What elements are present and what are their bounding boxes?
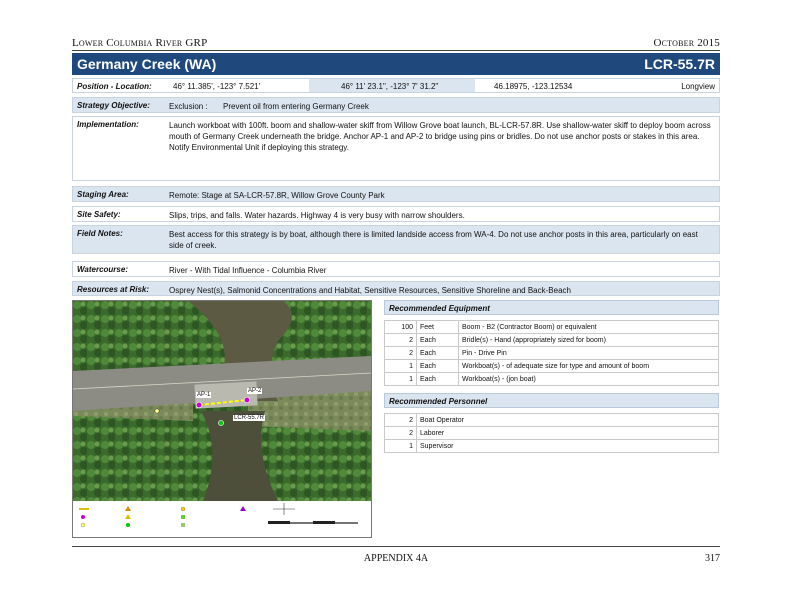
table-row: 2 Each Pin - Drive Pin [384, 346, 719, 360]
safety-row: Site Safety: Slips, trips, and falls. Wa… [72, 206, 720, 222]
equipment-unit: Each [416, 372, 459, 386]
equipment-unit: Each [416, 333, 459, 347]
field-notes-label: Field Notes: [77, 229, 123, 238]
field-notes-row: Field Notes: Best access for this strate… [72, 225, 720, 254]
equipment-qty: 2 [384, 333, 417, 347]
personnel-qty: 2 [384, 413, 417, 427]
map-label-ap2: AP-2 [247, 388, 263, 394]
map-label-ap1: AP-1 [196, 392, 212, 398]
watercourse-row: Watercourse: River - With Tidal Influenc… [72, 261, 720, 277]
strategy-row: Strategy Objective: Exclusion : Prevent … [72, 97, 720, 113]
equipment-desc: Workboat(s) - of adequate size for type … [458, 359, 719, 373]
personnel-qty: 1 [384, 439, 417, 453]
equipment-unit: Each [416, 359, 459, 373]
position-dms: 46° 11' 23.1", -123° 7' 31.2" [341, 82, 439, 91]
strategy-title-bar: Germany Creek (WA) LCR-55.7R [72, 53, 720, 75]
watercourse-label: Watercourse: [77, 265, 128, 274]
site-name: Germany Creek (WA) [77, 56, 217, 72]
table-row: 1 Each Workboat(s) - of adequate size fo… [384, 359, 719, 373]
position-decimal-minutes: 46° 11.385', -123° 7.521' [173, 82, 261, 91]
equipment-table: 100 Feet Boom - B2 (Contractor Boom) or … [384, 320, 719, 386]
equipment-qty: 1 [384, 372, 417, 386]
resources-text: Osprey Nest(s), Salmonid Concentrations … [169, 286, 571, 295]
staging-label: Staging Area: [77, 190, 129, 199]
table-row: 100 Feet Boom - B2 (Contractor Boom) or … [384, 320, 719, 334]
strategy-label: Strategy Objective: [77, 101, 150, 110]
equipment-qty: 2 [384, 346, 417, 360]
personnel-role: Supervisor [416, 439, 719, 453]
personnel-table: 2 Boat Operator 2 Laborer 1 Supervisor [384, 413, 719, 453]
position-decimal: 46.18975, -123.12534 [494, 82, 573, 91]
implementation-row: Implementation: Launch workboat with 100… [72, 116, 720, 181]
aerial-map-image [73, 301, 371, 537]
table-row: 2 Boat Operator [384, 413, 719, 427]
strategy-text: Prevent oil from entering Germany Creek [223, 102, 369, 111]
footer-rule [72, 546, 720, 547]
header-rule [72, 50, 720, 51]
implementation-label: Implementation: [77, 120, 139, 129]
equipment-desc: Pin - Drive Pin [458, 346, 719, 360]
equipment-desc: Bridle(s) - Hand (appropriately sized fo… [458, 333, 719, 347]
position-place: Longview [681, 82, 715, 91]
table-row: 2 Laborer [384, 426, 719, 440]
personnel-heading: Recommended Personnel [384, 393, 719, 408]
field-notes-text: Best access for this strategy is by boat… [169, 230, 698, 250]
site-code: LCR-55.7R [644, 56, 715, 72]
footer-appendix: APPENDIX 4A [363, 553, 429, 564]
resources-row: Resources at Risk: Osprey Nest(s), Salmo… [72, 281, 720, 296]
equipment-qty: 100 [384, 320, 417, 334]
resources-label: Resources at Risk: [77, 285, 150, 294]
safety-text: Slips, trips, and falls. Water hazards. … [169, 211, 465, 220]
personnel-qty: 2 [384, 426, 417, 440]
map-label-site: LCR-55.7R [233, 415, 266, 421]
table-row: 1 Each Workboat(s) - (jon boat) [384, 372, 719, 386]
page-number: 317 [705, 553, 720, 564]
personnel-role: Laborer [416, 426, 719, 440]
table-row: 2 Each Bridle(s) - Hand (appropriately s… [384, 333, 719, 347]
document-header-date: October 2015 [653, 37, 720, 49]
staging-text: Remote: Stage at SA-LCR-57.8R, Willow Gr… [169, 191, 385, 200]
equipment-desc: Boom - B2 (Contractor Boom) or equivalen… [458, 320, 719, 334]
equipment-desc: Workboat(s) - (jon boat) [458, 372, 719, 386]
watercourse-text: River - With Tidal Influence - Columbia … [169, 266, 327, 275]
safety-label: Site Safety: [77, 210, 121, 219]
equipment-unit: Feet [416, 320, 459, 334]
implementation-text: Launch workboat with 100ft. boom and sha… [169, 121, 711, 152]
equipment-unit: Each [416, 346, 459, 360]
personnel-role: Boat Operator [416, 413, 719, 427]
position-row: Position - Location: 46° 11.385', -123° … [72, 78, 720, 93]
equipment-heading: Recommended Equipment [384, 300, 719, 315]
site-map: AP-1 AP-2 LCR-55.7R [72, 300, 372, 538]
equipment-qty: 1 [384, 359, 417, 373]
position-label: Position - Location: [77, 82, 152, 91]
document-header-title: Lower Columbia River GRP [72, 37, 208, 49]
table-row: 1 Supervisor [384, 439, 719, 453]
staging-row: Staging Area: Remote: Stage at SA-LCR-57… [72, 186, 720, 202]
